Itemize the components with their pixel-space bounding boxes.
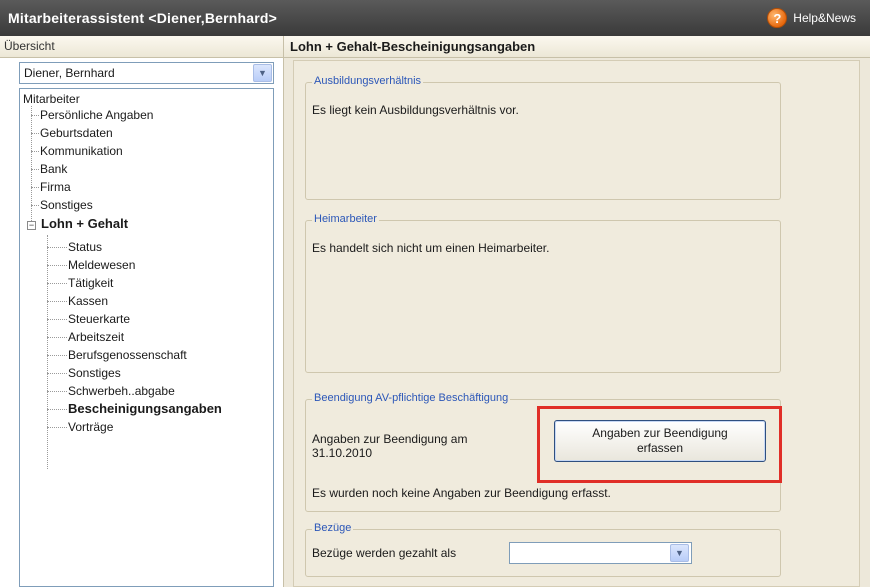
- tree-item-bank[interactable]: Bank: [40, 162, 67, 177]
- navigation-tree: Mitarbeiter Persönliche Angaben Geburtsd…: [19, 88, 274, 587]
- tree-connector: [47, 373, 67, 374]
- tree-connector: [31, 187, 39, 188]
- group-heimarbeiter: Heimarbeiter Es handelt sich nicht um ei…: [305, 213, 781, 373]
- tree-item-persoenliche-angaben[interactable]: Persönliche Angaben: [40, 108, 153, 123]
- page-title: Lohn + Gehalt-Bescheinigungsangaben: [284, 36, 870, 58]
- title-bar: Mitarbeiterassistent <Diener,Bernhard> ?…: [0, 0, 870, 36]
- group-legend: Bezüge: [312, 522, 354, 534]
- employee-select[interactable]: Diener, Bernhard ▼: [19, 62, 274, 84]
- group-legend: Beendigung AV-pflichtige Beschäftigung: [312, 392, 511, 404]
- beendigung-status-text: Es wurden noch keine Angaben zur Beendig…: [312, 486, 611, 500]
- tree-connector: [47, 355, 67, 356]
- tree-item-firma[interactable]: Firma: [40, 180, 71, 195]
- tree-item-status[interactable]: Status: [68, 240, 102, 255]
- tree-item-bescheinigungsangaben[interactable]: Bescheinigungsangaben: [68, 401, 222, 416]
- overview-panel: Übersicht Diener, Bernhard ▼ Mitarbeiter…: [0, 36, 283, 587]
- tree-item-meldewesen[interactable]: Meldewesen: [68, 258, 135, 273]
- beendigung-info-date: 31.10.2010: [312, 446, 373, 460]
- tree-root-mitarbeiter[interactable]: Mitarbeiter: [23, 92, 80, 107]
- tree-connector: [31, 115, 39, 116]
- tree-connector: [31, 205, 39, 206]
- overview-header: Übersicht: [0, 36, 283, 58]
- chevron-down-icon[interactable]: ▼: [670, 544, 689, 562]
- tree-connector: [47, 283, 67, 284]
- tree-item-geburtsdaten[interactable]: Geburtsdaten: [40, 126, 113, 141]
- tree-connector: [47, 391, 67, 392]
- tree-item-sonstiges-lohn[interactable]: Sonstiges: [68, 366, 121, 381]
- tree-connector: [47, 301, 67, 302]
- tree-item-sonstiges[interactable]: Sonstiges: [40, 198, 93, 213]
- group-legend: Ausbildungsverhältnis: [312, 75, 424, 87]
- tree-connector: [47, 265, 67, 266]
- tree-item-arbeitszeit[interactable]: Arbeitszeit: [68, 330, 124, 345]
- tree-connector: [47, 337, 67, 338]
- tree-connector: [31, 169, 39, 170]
- window-title: Mitarbeiterassistent <Diener,Bernhard>: [8, 10, 278, 26]
- tree-connector: [31, 106, 32, 225]
- ausbildung-status-text: Es liegt kein Ausbildungsverhältnis vor.: [312, 103, 519, 117]
- tree-connector: [47, 247, 67, 248]
- capture-termination-button[interactable]: Angaben zur Beendigung erfassen: [554, 420, 766, 462]
- tree-item-kassen[interactable]: Kassen: [68, 294, 108, 309]
- tree-connector: [47, 235, 48, 469]
- help-news-label[interactable]: Help&News: [793, 11, 856, 25]
- employee-select-value[interactable]: Diener, Bernhard: [20, 66, 253, 80]
- chevron-down-icon[interactable]: ▼: [253, 64, 272, 82]
- tree-item-vortraege[interactable]: Vorträge: [68, 420, 113, 435]
- tree-item-lohn-gehalt[interactable]: Lohn + Gehalt: [41, 216, 128, 231]
- tree-item-schwerbeh-abgabe[interactable]: Schwerbeh..abgabe: [68, 384, 175, 399]
- help-icon[interactable]: ?: [767, 8, 788, 28]
- tree-connector: [47, 427, 67, 428]
- tree-connector: [47, 319, 67, 320]
- tree-item-taetigkeit[interactable]: Tätigkeit: [68, 276, 113, 291]
- help-news-link[interactable]: ? Help&News: [767, 8, 856, 28]
- bezuege-label: Bezüge werden gezahlt als: [312, 546, 457, 560]
- tree-connector: [31, 151, 39, 152]
- tree-item-berufsgenossenschaft[interactable]: Berufsgenossenschaft: [68, 348, 187, 363]
- collapse-icon[interactable]: −: [27, 221, 36, 230]
- tree-connector: [47, 409, 67, 410]
- tree-item-kommunikation[interactable]: Kommunikation: [40, 144, 123, 159]
- group-legend: Heimarbeiter: [312, 213, 379, 225]
- bezuege-select[interactable]: ▼: [509, 542, 692, 564]
- capture-termination-button-label[interactable]: Angaben zur Beendigung erfassen: [592, 426, 727, 456]
- beendigung-info-line1: Angaben zur Beendigung am: [312, 432, 468, 446]
- tree-item-steuerkarte[interactable]: Steuerkarte: [68, 312, 130, 327]
- tree-connector: [31, 133, 39, 134]
- group-ausbildungsverhaeltnis: Ausbildungsverhältnis Es liegt kein Ausb…: [305, 75, 781, 200]
- heimarbeiter-status-text: Es handelt sich nicht um einen Heimarbei…: [312, 241, 550, 255]
